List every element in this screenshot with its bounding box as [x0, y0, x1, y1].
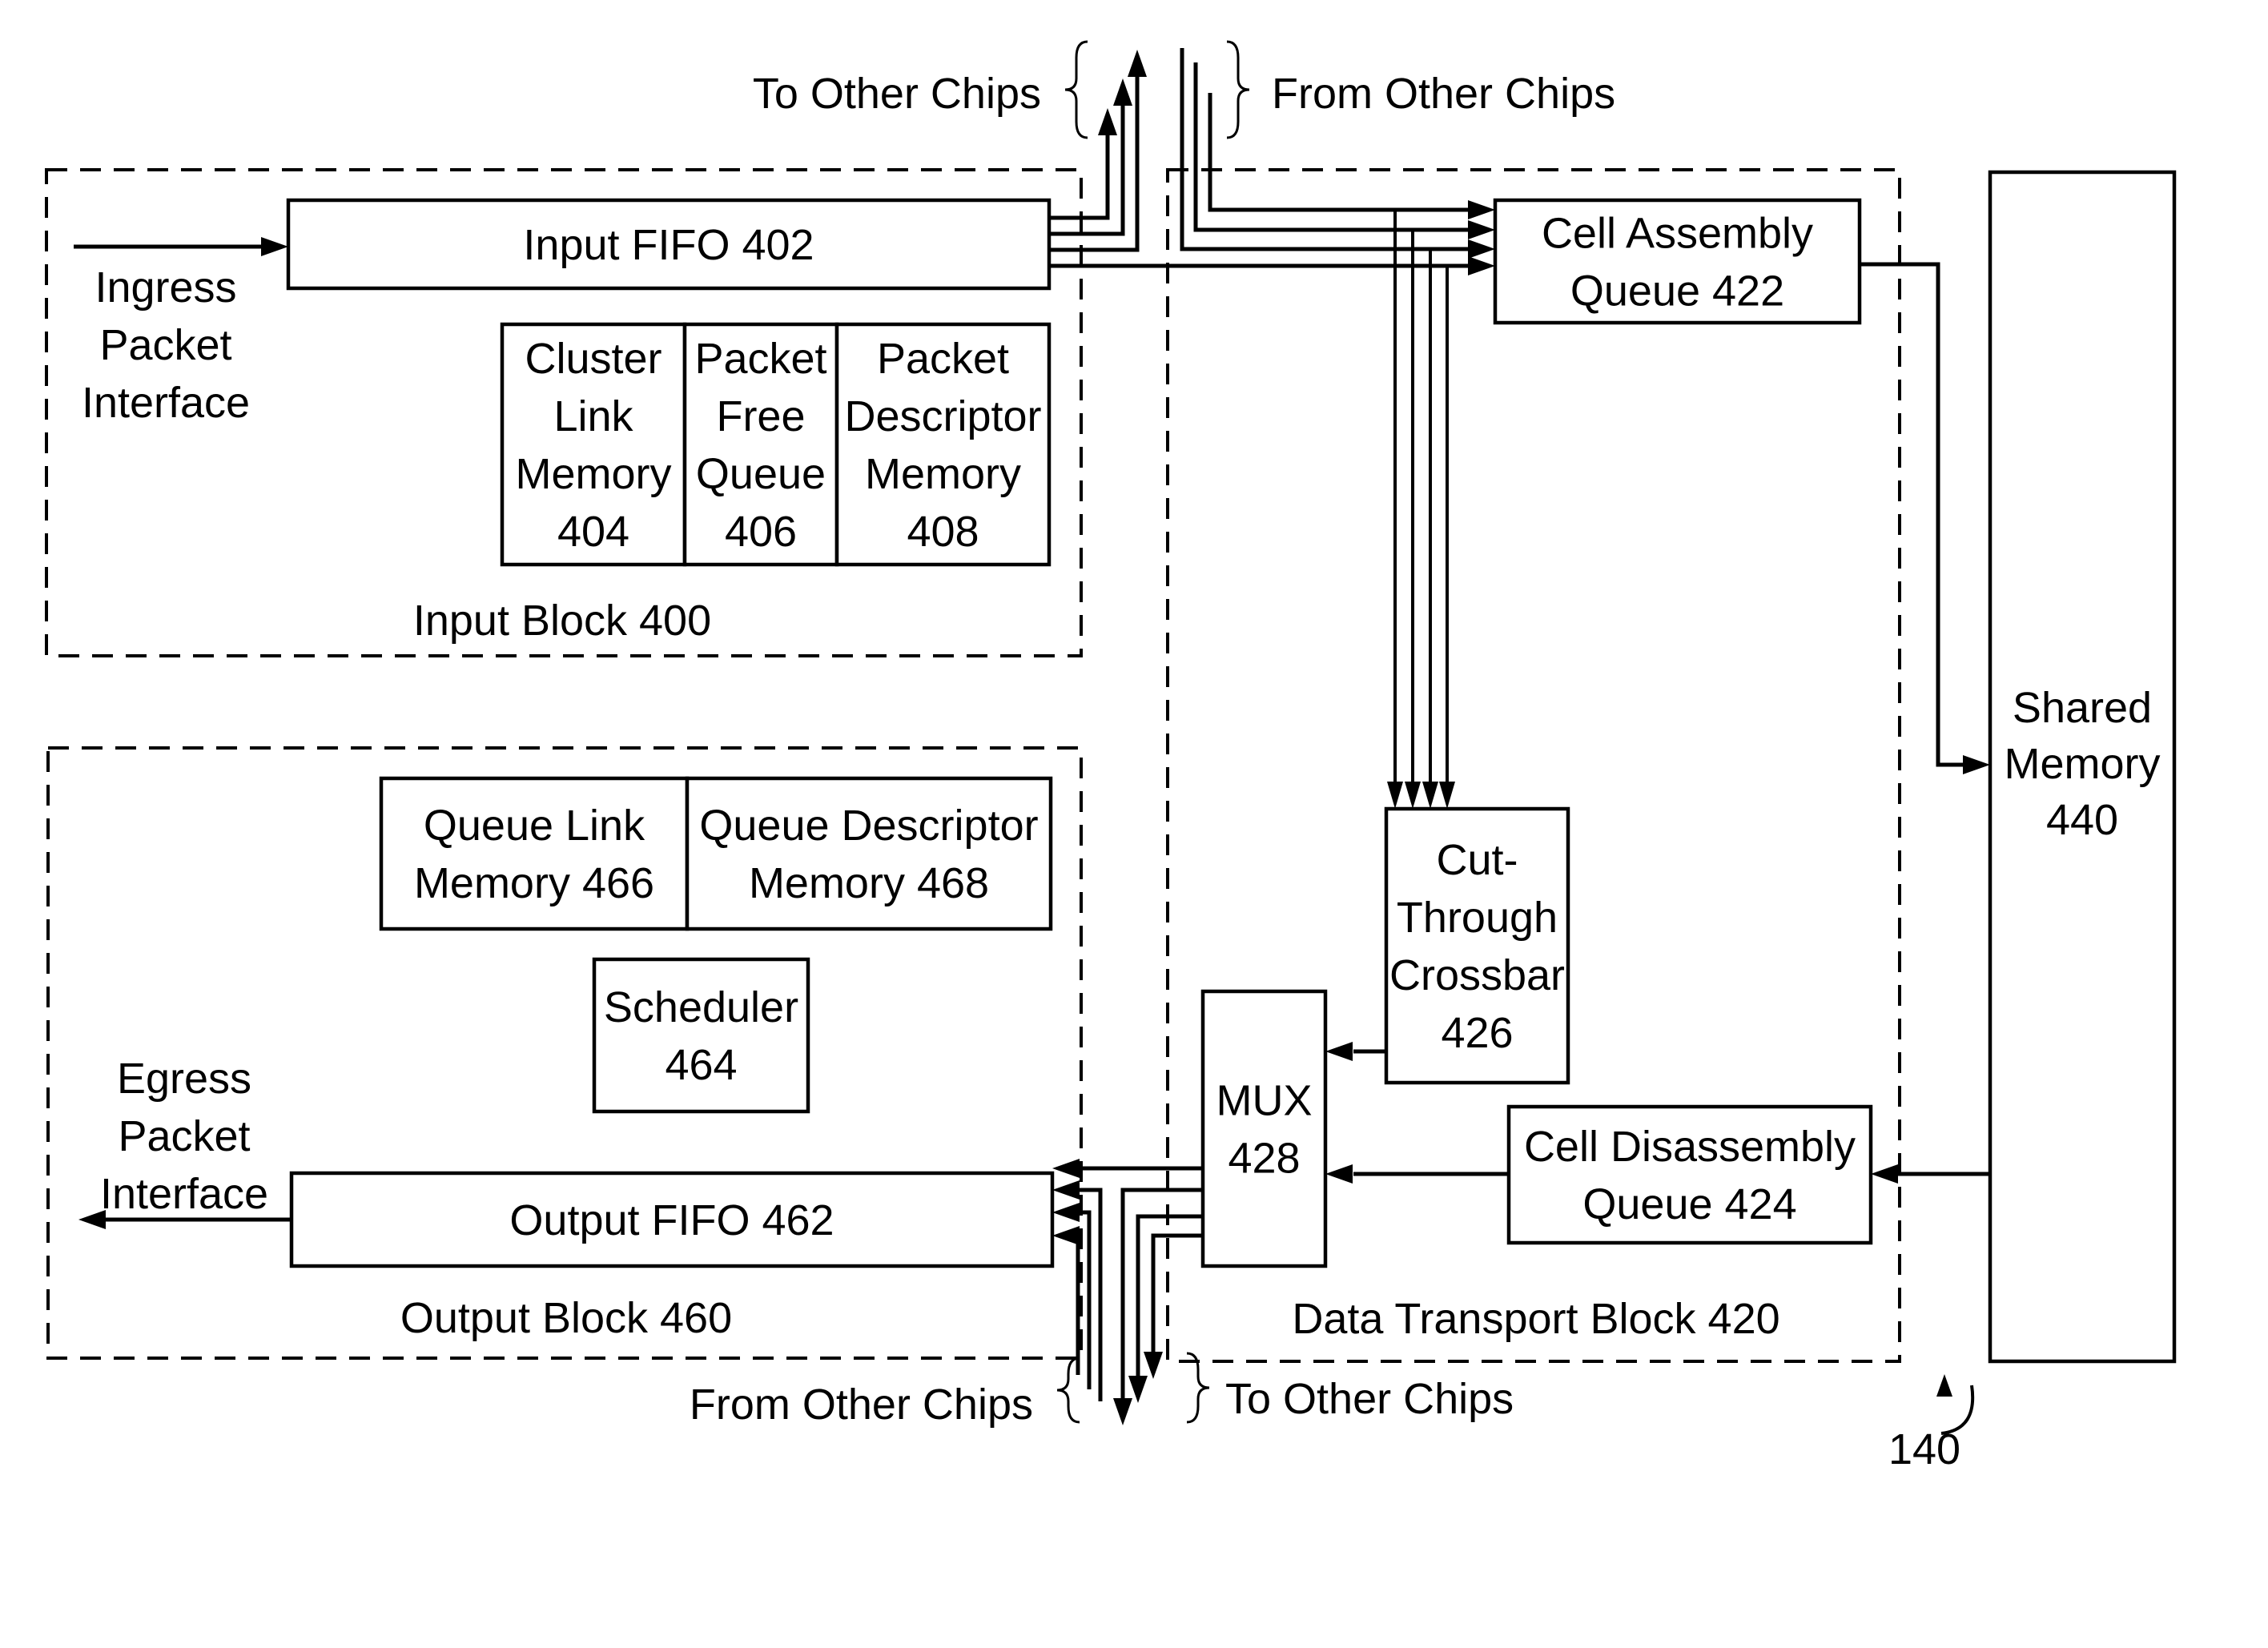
cell-disassembly-queue-label-line: Cell Disassembly — [1524, 1123, 1856, 1171]
cluster-link-memory-label-line: Memory — [515, 450, 671, 498]
cluster-link-memory-label-line: Link — [553, 392, 633, 440]
cluster-link-memory-label-line: 404 — [557, 508, 629, 556]
bottom-from-other-chips-label: From Other Chips — [690, 1381, 1033, 1429]
caq-input-arrow-1 — [1468, 239, 1495, 259]
ingress-arrow — [261, 237, 288, 256]
cut-through-crossbar[interactable]: Cut- Through Crossbar 426 — [1384, 806, 1570, 1085]
queue-link-memory[interactable]: Queue Link Memory 466 — [379, 776, 690, 931]
packet-descriptor-memory-label-line: Packet — [877, 335, 1009, 383]
cut-through-crossbar-label-line: Through — [1397, 894, 1558, 942]
top-from-other-chips-label: From Other Chips — [1272, 70, 1615, 118]
input-fifo-label: Input FIFO 402 — [523, 221, 814, 269]
cut-through-crossbar-label-line: Cut- — [1436, 836, 1518, 884]
mux-label-line: 428 — [1228, 1135, 1300, 1183]
queue-descriptor-memory-label-line: Memory 468 — [749, 859, 989, 907]
egress-packet-interface-label-line: Egress — [117, 1055, 251, 1103]
packet-descriptor-memory-label-line: Memory — [865, 450, 1021, 498]
packet-free-queue[interactable]: Packet Free Queue 406 — [682, 322, 839, 567]
output-fifo-label-line: Output FIFO 462 — [509, 1196, 834, 1244]
to-other-chips-arrow-2 — [1113, 78, 1132, 106]
packet-free-queue-label-line: Packet — [694, 335, 826, 383]
ingress-packet-interface-label-line: Packet — [99, 321, 231, 369]
cut-through-crossbar-label-line: Crossbar — [1389, 951, 1565, 999]
crossbar-input-arrow-1 — [1387, 782, 1403, 809]
top-to-other-chips-brace — [1064, 40, 1088, 139]
input-block-label: Input Block 400 — [413, 597, 711, 645]
mux-outline — [1200, 989, 1328, 1268]
mux-label-line: MUX — [1216, 1077, 1313, 1125]
shared-memory-label-line: 440 — [2046, 796, 2118, 844]
queue-link-memory-label-line: Queue Link — [424, 802, 645, 850]
queue-descriptor-memory[interactable]: Queue Descriptor Memory 468 — [685, 776, 1053, 931]
to-other-chips-bottom-arrow-1 — [1113, 1398, 1132, 1425]
packet-descriptor-memory[interactable]: Packet Descriptor Memory 408 — [834, 322, 1052, 567]
mux-input-arrow-crossbar — [1325, 1042, 1353, 1061]
output-fifo-label: Output FIFO 462 — [509, 1196, 834, 1244]
queue-descriptor-memory-label-line: Queue Descriptor — [699, 802, 1038, 850]
ingress-packet-interface-label: Ingress Packet Interface — [82, 263, 250, 427]
caq-input-arrow-3 — [1468, 200, 1495, 219]
input-fifo-label-line: Input FIFO 402 — [523, 221, 814, 269]
packet-free-queue-label-line: 406 — [725, 508, 797, 556]
mux-to-other-chips-wire-1 — [1120, 1188, 1203, 1398]
egress-packet-interface-label-line: Interface — [100, 1170, 268, 1218]
output-fifo-input-arrow-2 — [1052, 1180, 1080, 1200]
crossbar-input-arrow-4 — [1439, 782, 1455, 809]
cell-assembly-queue-label-line: Queue 422 — [1570, 267, 1784, 316]
packet-free-queue-label-line: Free — [716, 392, 805, 440]
cell-disassembly-queue-label-line: Queue 424 — [1582, 1180, 1796, 1228]
cell-disassembly-queue[interactable]: Cell Disassembly Queue 424 — [1506, 1104, 1873, 1245]
scheduler-label-line: 464 — [665, 1041, 737, 1089]
mux-to-other-chips-wire-3 — [1151, 1233, 1203, 1352]
mux[interactable]: MUX 428 — [1200, 989, 1328, 1268]
output-fifo-input-arrow-1 — [1052, 1159, 1080, 1178]
caq-input-arrow-2 — [1468, 220, 1495, 239]
egress-packet-interface-label: Egress Packet Interface — [100, 1055, 268, 1218]
cut-through-crossbar-label-line: 426 — [1441, 1009, 1513, 1057]
cell-assembly-queue[interactable]: Cell Assembly Queue 422 — [1493, 198, 1862, 325]
packet-descriptor-memory-label-line: 408 — [907, 508, 979, 556]
bottom-to-other-chips-brace — [1186, 1352, 1210, 1424]
output-fifo[interactable]: Output FIFO 462 — [289, 1171, 1055, 1268]
crossbar-input-arrow-2 — [1405, 782, 1421, 809]
caq-to-shared-memory-wire — [1860, 262, 1964, 767]
shared-memory-label-line: Shared — [2013, 684, 2152, 732]
to-other-chips-bottom-arrow-3 — [1144, 1352, 1163, 1379]
input-fifo[interactable]: Input FIFO 402 — [286, 198, 1052, 291]
top-from-other-chips-brace — [1226, 40, 1250, 139]
data-transport-block-label: Data Transport Block 420 — [1292, 1295, 1779, 1343]
to-other-chips-arrow-1 — [1098, 108, 1117, 135]
top-to-other-chips-label: To Other Chips — [753, 70, 1041, 118]
cdq-input-arrow — [1871, 1164, 1898, 1184]
shared-memory-label-line: Memory — [2004, 740, 2160, 788]
input-fifo-to-other-chips-wire-1 — [1049, 135, 1110, 220]
cell-assembly-queue-label-line: Cell Assembly — [1542, 210, 1813, 258]
bottom-to-other-chips-label: To Other Chips — [1225, 1375, 1514, 1423]
packet-switch-block-diagram: Input FIFO 402 Cluster Link Memory 404 Packet… — [45, 40, 2177, 1473]
egress-packet-interface-label-line: Packet — [118, 1112, 250, 1160]
packet-free-queue-label-line: Queue — [696, 450, 826, 498]
ingress-packet-interface-label-line: Ingress — [94, 263, 236, 312]
packet-descriptor-memory-label-line: Descriptor — [844, 392, 1041, 440]
cluster-link-memory[interactable]: Cluster Link Memory 404 — [500, 322, 687, 567]
figure-reference-arrow — [1936, 1374, 1952, 1397]
caq-input-arrow-4 — [1468, 256, 1495, 275]
to-other-chips-arrow-3 — [1128, 50, 1147, 77]
output-fifo-input-arrow-4 — [1052, 1226, 1080, 1245]
cluster-link-memory-label-line: Cluster — [525, 335, 662, 383]
mux-input-arrow-cdq — [1325, 1164, 1353, 1184]
crossbar-input-arrow-3 — [1422, 782, 1438, 809]
scheduler[interactable]: Scheduler 464 — [592, 957, 810, 1114]
output-fifo-input-arrow-3 — [1052, 1203, 1080, 1222]
output-block-label: Output Block 460 — [400, 1294, 732, 1342]
ingress-packet-interface-label-line: Interface — [82, 379, 250, 427]
shared-memory-input-arrow — [1963, 755, 1990, 774]
queue-link-memory-label-line: Memory 466 — [414, 859, 654, 907]
from-other-chips-to-output-fifo-wire-3 — [1076, 1233, 1080, 1375]
scheduler-label-line: Scheduler — [604, 983, 798, 1031]
